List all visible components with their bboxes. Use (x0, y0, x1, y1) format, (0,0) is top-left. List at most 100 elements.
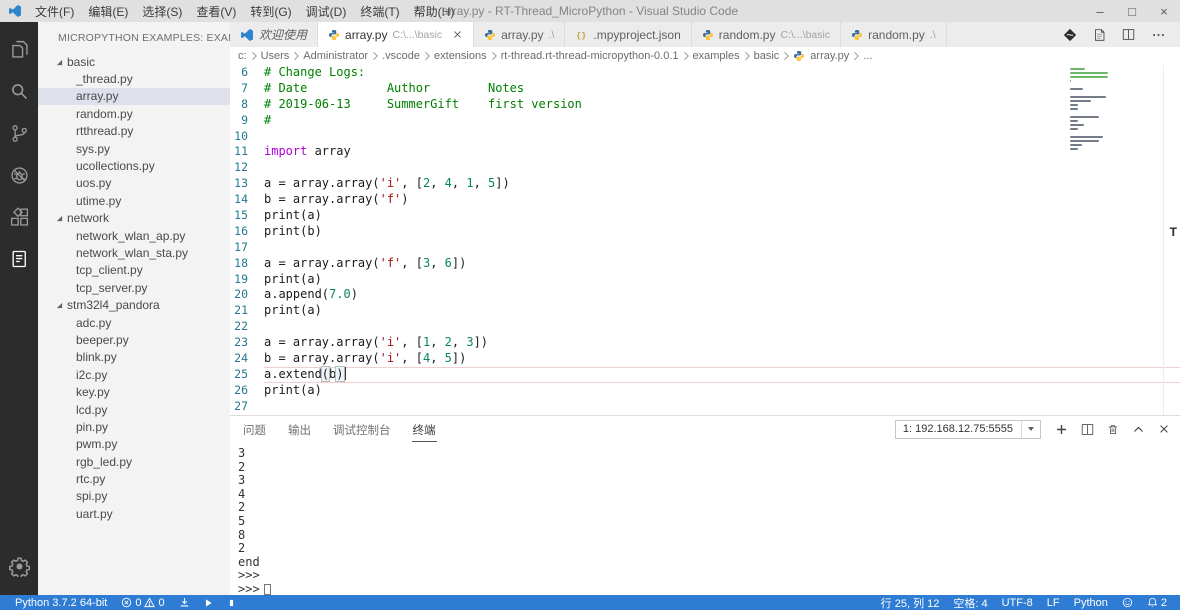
code-line-11[interactable]: 11 import array (230, 144, 1180, 160)
activity-search[interactable] (0, 70, 38, 112)
panel-tab-terminal[interactable]: 终端 (411, 417, 437, 442)
code-line-25[interactable]: 25 a.extend(b) (230, 365, 1180, 383)
tree-item-network_wlan_sta.py[interactable]: network_wlan_sta.py (38, 244, 230, 261)
activity-extensions[interactable] (0, 196, 38, 238)
code-line-7[interactable]: 7 # Date Author Notes (230, 81, 1180, 97)
split-editor-button[interactable] (1122, 28, 1135, 41)
breadcrumb-item-examples[interactable]: examples (693, 50, 740, 62)
code-line-17[interactable]: 17 (230, 240, 1180, 256)
editor[interactable]: 6 # Change Logs: 7 # Date Author Notes 8 # 20… (230, 65, 1180, 415)
breadcrumb-item-.vscode[interactable]: .vscode (382, 50, 420, 62)
code-line-26[interactable]: 26 print(a) (230, 383, 1180, 399)
tree-item-array.py[interactable]: array.py (38, 87, 230, 106)
more-actions-button[interactable] (1151, 28, 1166, 42)
status-download-code[interactable] (172, 595, 197, 610)
code-line-13[interactable]: 13 a = array.array('i', [2, 4, 1, 5]) (230, 176, 1180, 192)
panel-tab-problems[interactable]: 问题 (242, 417, 267, 442)
code-line-10[interactable]: 10 (230, 129, 1180, 145)
code-line-14[interactable]: 14 b = array.array('f') (230, 192, 1180, 208)
activity-settings[interactable] (0, 545, 38, 587)
breadcrumb-item-Administrator[interactable]: Administrator (303, 50, 368, 62)
tree-item-blink.py[interactable]: blink.py (38, 349, 230, 366)
minimap[interactable] (1070, 67, 1112, 156)
tree-item-network[interactable]: network (38, 210, 230, 227)
code-line-24[interactable]: 24 b = array.array('i', [4, 5]) (230, 351, 1180, 367)
tab-array-py-basic[interactable]: array.py C:\...\basic (318, 22, 475, 47)
tree-item-utime.py[interactable]: utime.py (38, 192, 230, 209)
status-run-code[interactable] (197, 595, 220, 610)
close-button[interactable]: × (1148, 0, 1180, 22)
code-line-16[interactable]: 16 print(b) (230, 224, 1180, 240)
code-line-27[interactable]: 27 (230, 399, 1180, 415)
menu-edit[interactable]: 编辑(E) (81, 3, 135, 20)
status-stop-code[interactable] (220, 595, 243, 610)
status-feedback[interactable] (1115, 595, 1140, 610)
menu-selection[interactable]: 选择(S) (135, 3, 189, 20)
menu-file[interactable]: 文件(F) (28, 3, 81, 20)
tree-item-beeper.py[interactable]: beeper.py (38, 331, 230, 348)
minimize-button[interactable]: – (1084, 0, 1116, 22)
code-line-22[interactable]: 22 (230, 319, 1180, 335)
maximize-panel-button[interactable] (1132, 423, 1145, 436)
close-icon[interactable] (452, 29, 463, 40)
rt-thread-run-button[interactable] (1063, 28, 1077, 42)
code-area[interactable]: 6 # Change Logs: 7 # Date Author Notes 8 # 20… (230, 65, 1180, 415)
tree-item-tcp_client.py[interactable]: tcp_client.py (38, 262, 230, 279)
code-line-15[interactable]: 15 print(a) (230, 208, 1180, 224)
activity-explorer[interactable] (0, 28, 38, 70)
breadcrumb-item-...[interactable]: ... (863, 50, 872, 62)
tree-item-uart.py[interactable]: uart.py (38, 505, 230, 522)
status-eol[interactable]: LF (1040, 595, 1067, 610)
maximize-button[interactable]: □ (1116, 0, 1148, 22)
tree-item-pin.py[interactable]: pin.py (38, 418, 230, 435)
status-encoding[interactable]: UTF-8 (995, 595, 1040, 610)
tree-item-basic[interactable]: basic (38, 53, 230, 70)
tree-item-i2c.py[interactable]: i2c.py (38, 366, 230, 383)
tree-item-stm32l4_pandora[interactable]: stm32l4_pandora (38, 296, 230, 313)
breadcrumb-item-c[interactable]: c: (238, 50, 247, 62)
tab-random-py-basic[interactable]: random.py C:\...\basic (692, 22, 842, 47)
breadcrumb-item-Users[interactable]: Users (261, 50, 290, 62)
tree-item-network_wlan_ap.py[interactable]: network_wlan_ap.py (38, 227, 230, 244)
tree-item-adc.py[interactable]: adc.py (38, 314, 230, 331)
tree-item-uos.py[interactable]: uos.py (38, 175, 230, 192)
tab-welcome[interactable]: 欢迎使用 (230, 22, 319, 47)
tree-item-random.py[interactable]: random.py (38, 105, 230, 122)
code-line-12[interactable]: 12 (230, 160, 1180, 176)
code-line-19[interactable]: 19 print(a) (230, 272, 1180, 288)
tree-item-rtc.py[interactable]: rtc.py (38, 470, 230, 487)
status-notifications[interactable]: 2 (1140, 595, 1174, 610)
scrollbar-track[interactable] (1163, 65, 1164, 415)
breadcrumb-item-extensions[interactable]: extensions (434, 50, 487, 62)
terminal[interactable]: 3 2 3 4 2 5 8 2 end >>> >>> (230, 442, 1180, 595)
close-panel-button[interactable] (1158, 423, 1170, 435)
split-terminal-button[interactable] (1081, 423, 1094, 436)
status-cursor-position[interactable]: 行 25, 列 12 (874, 595, 947, 610)
code-line-6[interactable]: 6 # Change Logs: (230, 65, 1180, 81)
tree-item-rgb_led.py[interactable]: rgb_led.py (38, 453, 230, 470)
activity-source-control[interactable] (0, 112, 38, 154)
tree-item-pwm.py[interactable]: pwm.py (38, 436, 230, 453)
tab-mpyproject-json[interactable]: {} .mpyproject.json (565, 22, 692, 47)
tree-item-key.py[interactable]: key.py (38, 383, 230, 400)
code-line-21[interactable]: 21 print(a) (230, 303, 1180, 319)
open-preview-button[interactable] (1093, 28, 1106, 42)
kill-terminal-button[interactable] (1107, 423, 1119, 436)
tree-item-_thread.py[interactable]: _thread.py (38, 70, 230, 87)
menu-terminal[interactable]: 终端(T) (353, 3, 406, 20)
status-language-mode[interactable]: Python (1067, 595, 1115, 610)
panel-tab-output[interactable]: 输出 (287, 417, 312, 442)
breadcrumb-item-rt-thread.rt-thread-micropython-0.0.1[interactable]: rt-thread.rt-thread-micropython-0.0.1 (501, 50, 679, 62)
breadcrumb-item-basic[interactable]: basic (754, 50, 780, 62)
status-python-interpreter[interactable]: Python 3.7.2 64-bit (8, 595, 114, 610)
code-line-23[interactable]: 23 a = array.array('i', [1, 2, 3]) (230, 335, 1180, 351)
code-line-18[interactable]: 18 a = array.array('f', [3, 6]) (230, 256, 1180, 272)
panel-tab-debug-console[interactable]: 调试控制台 (332, 417, 392, 442)
code-line-8[interactable]: 8 # 2019-06-13 SummerGift first version (230, 97, 1180, 113)
menu-view[interactable]: 查看(V) (189, 3, 243, 20)
tree-item-lcd.py[interactable]: lcd.py (38, 401, 230, 418)
tree-item-spi.py[interactable]: spi.py (38, 488, 230, 505)
tree-item-sys.py[interactable]: sys.py (38, 140, 230, 157)
new-terminal-button[interactable] (1055, 423, 1068, 436)
tree-item-tcp_server.py[interactable]: tcp_server.py (38, 279, 230, 296)
